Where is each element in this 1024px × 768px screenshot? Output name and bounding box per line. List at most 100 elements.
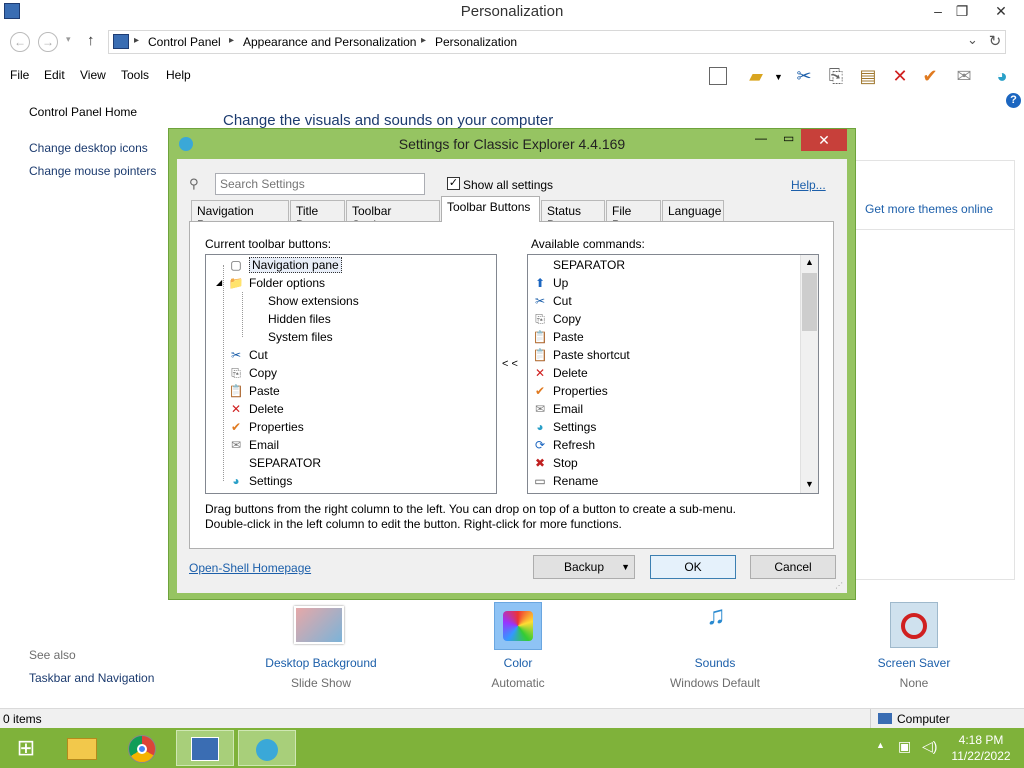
dialog-maximize-button[interactable]: ▭ xyxy=(783,131,794,145)
back-button[interactable]: ← xyxy=(10,32,30,52)
homepage-link[interactable]: Open-Shell Homepage xyxy=(189,561,311,575)
scroll-up-icon[interactable]: ▲ xyxy=(805,257,814,267)
copy-icon[interactable]: ⎘ xyxy=(824,64,848,88)
breadcrumb-control-panel[interactable]: Control Panel xyxy=(148,35,221,49)
dialog-close-button[interactable]: ✕ xyxy=(801,129,847,151)
control-panel-home-link[interactable]: Control Panel Home xyxy=(29,105,137,119)
list-item[interactable]: Hidden files xyxy=(247,310,331,328)
file-explorer-taskbar-icon[interactable] xyxy=(56,730,108,766)
tab-toolbar-buttons[interactable]: Toolbar Buttons xyxy=(441,196,540,222)
close-button[interactable]: ✕ xyxy=(984,0,1018,22)
properties-icon[interactable]: ✔ xyxy=(918,64,942,88)
list-item[interactable]: ◕ Settings xyxy=(228,472,292,490)
navigation-pane-icon[interactable] xyxy=(706,64,730,88)
list-item[interactable]: SEPARATOR xyxy=(228,454,321,472)
network-icon[interactable]: ▣ xyxy=(898,738,911,755)
address-dropdown-button[interactable]: ⌄ xyxy=(967,32,978,48)
list-item[interactable]: ⬆ Up xyxy=(532,274,568,292)
list-item[interactable]: ▭ Rename xyxy=(532,472,598,490)
refresh-button[interactable]: ↻ xyxy=(984,32,1006,54)
menu-help[interactable]: Help xyxy=(166,68,191,82)
breadcrumb-separator-icon[interactable]: ▸ xyxy=(229,35,234,46)
sounds-icon[interactable]: ♫ xyxy=(690,600,742,650)
list-item[interactable]: ✖ Stop xyxy=(532,454,578,472)
list-item[interactable]: 📁 Folder options xyxy=(228,274,326,292)
show-hidden-icons-chevron-icon[interactable]: ▲ xyxy=(876,740,885,750)
list-item[interactable]: ✕ Delete xyxy=(228,400,284,418)
list-item[interactable]: 📋 Paste xyxy=(532,328,584,346)
delete-icon[interactable]: ✕ xyxy=(888,64,912,88)
list-item[interactable]: ✉ Email xyxy=(228,436,279,454)
list-item[interactable]: 📋 Paste shortcut xyxy=(532,346,630,364)
tab-toolbar-settings[interactable]: Toolbar Settings xyxy=(346,200,440,232)
list-item[interactable]: ◕ Settings xyxy=(532,418,596,436)
move-left-button[interactable]: < < xyxy=(502,358,518,370)
show-all-checkbox[interactable]: ✓ xyxy=(447,177,460,190)
list-item[interactable]: ✉ Email xyxy=(532,400,583,418)
tab-language[interactable]: Language xyxy=(662,200,724,221)
up-button[interactable]: ↑ xyxy=(87,32,95,49)
help-icon[interactable]: ? xyxy=(1006,93,1021,108)
scroll-down-icon[interactable]: ▼ xyxy=(805,479,814,489)
tab-status-bar[interactable]: Status Bar xyxy=(541,200,605,232)
ok-button[interactable]: OK xyxy=(650,555,736,579)
start-button[interactable]: ⊞ xyxy=(0,730,52,766)
desktop-background-link[interactable]: Desktop Background xyxy=(241,656,401,670)
cut-icon[interactable]: ✂ xyxy=(792,64,816,88)
menu-file[interactable]: File xyxy=(10,68,29,82)
change-mouse-pointers-link[interactable]: Change mouse pointers xyxy=(29,164,156,178)
breadcrumb-separator-icon[interactable]: ▸ xyxy=(134,35,139,46)
list-item[interactable]: 📋 Paste xyxy=(228,382,280,400)
paste-icon[interactable]: ▤ xyxy=(856,64,880,88)
classic-explorer-settings-taskbar-icon[interactable] xyxy=(238,730,296,766)
tree-expander-icon[interactable]: ◢ xyxy=(216,278,222,287)
breadcrumb-personalization[interactable]: Personalization xyxy=(435,35,517,49)
current-buttons-tree[interactable]: ▢ Navigation pane 📁 Folder options Show exte… xyxy=(205,254,497,494)
change-desktop-icons-link[interactable]: Change desktop icons xyxy=(29,141,148,155)
chrome-taskbar-icon[interactable] xyxy=(116,730,168,766)
folder-options-icon[interactable]: ▰ xyxy=(744,64,768,88)
color-icon[interactable] xyxy=(494,602,542,650)
menu-tools[interactable]: Tools xyxy=(121,68,149,82)
email-icon[interactable]: ✉ xyxy=(952,64,976,88)
tab-file-pane[interactable]: File Pane xyxy=(606,200,661,232)
list-item[interactable]: ✔ Properties xyxy=(532,382,608,400)
dialog-minimize-button[interactable]: — xyxy=(755,131,767,145)
maximize-button[interactable]: ❐ xyxy=(948,0,976,22)
backup-button[interactable]: Backup ▼ xyxy=(533,555,635,579)
list-item[interactable]: ⟳ Refresh xyxy=(532,436,595,454)
forward-button[interactable]: → xyxy=(38,32,58,52)
sounds-link[interactable]: Sounds xyxy=(635,656,795,670)
clock-time[interactable]: 4:18 PM xyxy=(948,733,1014,747)
help-link[interactable]: Help... xyxy=(791,178,826,192)
search-input[interactable] xyxy=(215,173,425,195)
list-item[interactable]: ✔ Properties xyxy=(228,418,304,436)
list-item[interactable]: Show extensions xyxy=(247,292,359,310)
menu-view[interactable]: View xyxy=(80,68,106,82)
list-item[interactable]: System files xyxy=(247,328,333,346)
volume-icon[interactable]: ◁) xyxy=(922,738,937,755)
clock-date[interactable]: 11/22/2022 xyxy=(946,749,1016,763)
list-item[interactable]: ✂ Cut xyxy=(532,292,572,310)
menu-edit[interactable]: Edit xyxy=(44,68,65,82)
resize-grip-icon[interactable]: ⋰ xyxy=(835,581,843,590)
settings-shell-icon[interactable]: ◕ xyxy=(990,64,1014,88)
list-item[interactable]: ✕ Delete xyxy=(532,364,588,382)
chevron-down-icon[interactable]: ▼ xyxy=(774,72,783,82)
list-item[interactable]: ▢ Navigation pane xyxy=(228,256,342,274)
color-link[interactable]: Color xyxy=(438,656,598,670)
screen-saver-icon[interactable] xyxy=(890,602,938,648)
breadcrumb-appearance[interactable]: Appearance and Personalization xyxy=(243,35,416,49)
list-item[interactable]: SEPARATOR xyxy=(532,256,625,274)
list-item[interactable]: ✂ Cut xyxy=(228,346,268,364)
scrollbar-thumb[interactable] xyxy=(802,273,817,331)
taskbar-navigation-link[interactable]: Taskbar and Navigation xyxy=(29,671,154,685)
screen-saver-link[interactable]: Screen Saver xyxy=(834,656,994,670)
list-item[interactable]: ⎘ Copy xyxy=(228,364,277,382)
desktop-background-icon[interactable] xyxy=(290,600,350,650)
control-panel-taskbar-icon[interactable] xyxy=(176,730,234,766)
get-more-themes-link[interactable]: Get more themes online xyxy=(865,202,993,216)
breadcrumb[interactable]: ▸ Control Panel ▸ Appearance and Persona… xyxy=(108,30,1006,54)
tab-navigation-pane[interactable]: Navigation Pane xyxy=(191,200,289,232)
recent-locations-chevron-icon[interactable]: ▾ xyxy=(66,34,71,45)
